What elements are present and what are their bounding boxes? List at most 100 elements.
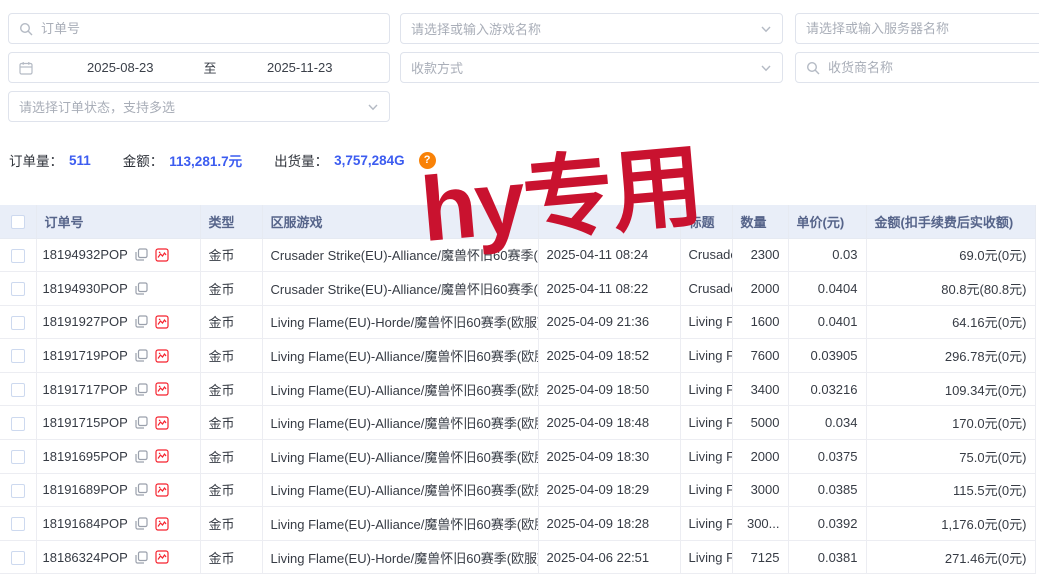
order-number: 18191927POP	[43, 314, 128, 329]
screenshot-image-icon[interactable]	[155, 483, 169, 497]
chevron-down-icon	[760, 62, 772, 74]
order-amount: 1,176.0元(0元)	[866, 507, 1035, 541]
copy-icon[interactable]	[135, 416, 148, 429]
screenshot-image-icon[interactable]	[155, 449, 169, 463]
order-amount: 170.0元(0元)	[866, 406, 1035, 440]
server-game: Crusader Strike(EU)-Alliance/魔兽怀旧60赛季(欧服…	[262, 272, 538, 306]
unit-price: 0.03	[788, 238, 866, 272]
order-number: 18191717POP	[43, 382, 128, 397]
merchant-name-search[interactable]	[795, 52, 1039, 83]
select-all-checkbox[interactable]	[11, 215, 25, 229]
screenshot-image-icon[interactable]	[155, 315, 169, 329]
unit-price: 0.0392	[788, 507, 866, 541]
server-game: Living Flame(EU)-Alliance/魔兽怀旧60赛季(欧服)	[262, 473, 538, 507]
server-game: Living Flame(EU)-Alliance/魔兽怀旧60赛季(欧服)	[262, 440, 538, 474]
copy-icon[interactable]	[135, 551, 148, 564]
screenshot-image-icon[interactable]	[155, 248, 169, 262]
order-status-select[interactable]: 请选择订单状态，支持多选	[8, 91, 390, 122]
copy-icon[interactable]	[135, 349, 148, 362]
screenshot-image-icon[interactable]	[155, 416, 169, 430]
unit-price: 0.03216	[788, 372, 866, 406]
table-row: 18191717POP	[0, 372, 1035, 406]
header-server-game: 区服游戏	[262, 205, 538, 238]
order-number: 18191684POP	[43, 516, 128, 531]
order-amount: 80.8元(80.8元)	[866, 272, 1035, 306]
row-checkbox[interactable]	[11, 316, 25, 330]
screenshot-image-icon[interactable]	[155, 349, 169, 363]
order-title: Crusader Strike	[680, 272, 732, 306]
screenshot-image-icon[interactable]	[155, 382, 169, 396]
order-quantity: 5000	[732, 406, 788, 440]
table-row: 18194932POP	[0, 238, 1035, 272]
copy-icon[interactable]	[135, 483, 148, 496]
order-number: 18191689POP	[43, 482, 128, 497]
order-count-value: 511	[69, 153, 91, 168]
order-number: 18191719POP	[43, 348, 128, 363]
order-time: 2025-04-11 08:24	[538, 238, 680, 272]
order-time: 2025-04-09 18:50	[538, 372, 680, 406]
date-range-picker[interactable]: 2025-08-23 至 2025-11-23	[8, 52, 390, 83]
table-row: 18191715POP	[0, 406, 1035, 440]
date-start-value[interactable]: 2025-08-23	[41, 60, 200, 75]
row-checkbox[interactable]	[11, 551, 25, 565]
order-management-page: 请选择或输入游戏名称 2025-08-23 至 2025-11-23 收款方式	[0, 0, 1039, 581]
order-number: 18186324POP	[43, 550, 128, 565]
date-separator: 至	[200, 58, 221, 77]
header-time	[538, 205, 680, 238]
order-table-body: 18194932POP	[0, 238, 1035, 574]
order-type: 金币	[200, 305, 262, 339]
row-checkbox[interactable]	[11, 450, 25, 464]
calendar-icon	[19, 61, 33, 75]
table-row: 18191719POP	[0, 339, 1035, 373]
order-time: 2025-04-09 18:29	[538, 473, 680, 507]
unit-price: 0.0385	[788, 473, 866, 507]
row-checkbox[interactable]	[11, 282, 25, 296]
server-game: Crusader Strike(EU)-Alliance/魔兽怀旧60赛季(欧服…	[262, 238, 538, 272]
header-unit-price: 单价(元)	[788, 205, 866, 238]
game-name-placeholder: 请选择或输入游戏名称	[411, 19, 754, 38]
row-checkbox[interactable]	[11, 517, 25, 531]
table-row: 18194930POP	[0, 272, 1035, 306]
stat-amount: 金额： 113,281.7元	[123, 150, 242, 170]
order-type: 金币	[200, 238, 262, 272]
game-name-select[interactable]: 请选择或输入游戏名称	[400, 13, 783, 44]
order-type: 金币	[200, 272, 262, 306]
copy-icon[interactable]	[135, 282, 148, 295]
screenshot-image-icon[interactable]	[155, 517, 169, 531]
copy-icon[interactable]	[135, 517, 148, 530]
server-name-select[interactable]	[795, 13, 1039, 44]
order-type: 金币	[200, 440, 262, 474]
order-number-search[interactable]	[8, 13, 390, 44]
copy-icon[interactable]	[135, 248, 148, 261]
unit-price: 0.0401	[788, 305, 866, 339]
merchant-name-input[interactable]	[828, 60, 1039, 75]
table-row: 18186324POP	[0, 540, 1035, 574]
row-checkbox[interactable]	[11, 383, 25, 397]
date-end-value[interactable]: 2025-11-23	[221, 60, 380, 75]
unit-price: 0.03905	[788, 339, 866, 373]
row-checkbox[interactable]	[11, 249, 25, 263]
order-type: 金币	[200, 540, 262, 574]
order-type: 金币	[200, 406, 262, 440]
row-checkbox[interactable]	[11, 417, 25, 431]
copy-icon[interactable]	[135, 383, 148, 396]
order-type: 金币	[200, 339, 262, 373]
payment-method-select[interactable]: 收款方式	[400, 52, 783, 83]
order-time: 2025-04-09 18:28	[538, 507, 680, 541]
unit-price: 0.034	[788, 406, 866, 440]
row-checkbox[interactable]	[11, 349, 25, 363]
order-time: 2025-04-09 18:30	[538, 440, 680, 474]
copy-icon[interactable]	[135, 315, 148, 328]
row-checkbox[interactable]	[11, 484, 25, 498]
order-title: Crusader Strike	[680, 238, 732, 272]
order-number-input[interactable]	[41, 21, 379, 36]
order-title: Living Flame	[680, 540, 732, 574]
order-number: 18191715POP	[43, 415, 128, 430]
help-icon[interactable]: ?	[419, 152, 436, 169]
chevron-down-icon	[367, 101, 379, 113]
server-game: Living Flame(EU)-Alliance/魔兽怀旧60赛季(欧服)	[262, 507, 538, 541]
server-name-input[interactable]	[806, 21, 1039, 36]
screenshot-image-icon[interactable]	[155, 550, 169, 564]
header-type: 类型	[200, 205, 262, 238]
copy-icon[interactable]	[135, 450, 148, 463]
